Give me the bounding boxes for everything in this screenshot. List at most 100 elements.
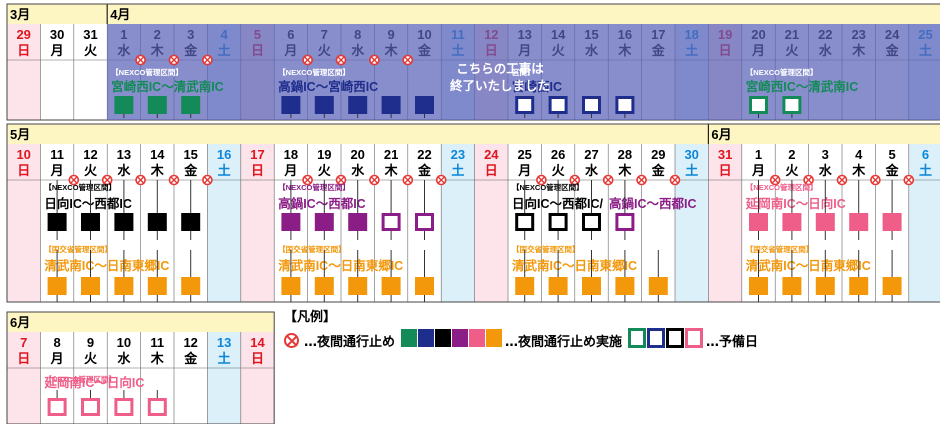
work-day-box (314, 96, 334, 114)
work-day-box (381, 96, 401, 114)
weekday-label: 日 (719, 163, 732, 178)
weekday-label: 月 (50, 351, 64, 366)
section-tag: 【NEXCO管理区間】 (278, 67, 350, 77)
work-day-box (147, 96, 167, 114)
weekday-label: 水 (585, 163, 599, 178)
month-label: 6月 (711, 127, 731, 142)
day-number: 23 (451, 147, 465, 162)
weekday-label: 火 (785, 163, 799, 178)
legend-reserve-text: …予備日 (706, 334, 759, 350)
reserve-day-box (147, 398, 167, 416)
weekday-label: 火 (84, 43, 98, 58)
day-number: 11 (50, 147, 64, 162)
weekday-label: 金 (183, 163, 198, 178)
weekday-label: 水 (117, 163, 131, 178)
day-number: 12 (183, 335, 197, 350)
day-number: 22 (417, 147, 431, 162)
closure-mark-icon (202, 174, 213, 186)
closure-mark-icon (402, 174, 414, 186)
weekday-label: 金 (651, 163, 666, 178)
work-day-box (281, 96, 301, 114)
month-label: 3月 (10, 7, 30, 22)
work-day-box (181, 213, 201, 231)
weekday-label: 日 (485, 163, 498, 178)
work-day-box (81, 277, 100, 295)
closure-mark-icon (369, 174, 380, 186)
work-day-box (782, 213, 802, 231)
weekday-label: 日 (17, 43, 30, 58)
reserve-box-navy (647, 328, 666, 348)
weekday-label: 土 (685, 163, 698, 178)
reserve-box-black (666, 328, 685, 348)
weekday-label: 月 (517, 163, 531, 178)
closure-mark-icon (302, 54, 313, 66)
work-day-box (882, 213, 902, 231)
reserve-day-box (114, 398, 134, 416)
route-label-2: 高鍋IC～西都IC (609, 196, 697, 211)
completed-note: 終了いたしました (450, 78, 550, 93)
route-label: 高鍋IC～宮崎西IC (278, 79, 378, 94)
day-number: 2 (788, 147, 795, 162)
day-number: 11 (150, 335, 164, 350)
reserve-day-box (415, 213, 434, 231)
section-tag: 【NEXCO管理区間】 (512, 182, 584, 192)
weekday-label: 金 (183, 351, 198, 366)
work-day-box (81, 213, 100, 231)
closure-mark-icon (402, 54, 414, 66)
weekday-label: 水 (819, 163, 833, 178)
day-number: 24 (484, 147, 499, 162)
route-label: 延岡南IC～日向IC (745, 196, 846, 211)
day-number: 31 (83, 27, 97, 42)
work-day-box (749, 213, 768, 231)
legend-reserve-boxes (628, 328, 704, 352)
weekday-label: 火 (84, 351, 98, 366)
weekday-label: 木 (617, 163, 632, 178)
weekday-label: 水 (117, 351, 131, 366)
month-label: 4月 (110, 7, 130, 22)
legend-stop-text: …夜間通行止め (304, 334, 396, 350)
weekday-label: 日 (17, 351, 30, 366)
color-swatch-purple (452, 329, 469, 347)
legend-swatches (401, 329, 503, 351)
weekday-label: 火 (84, 163, 98, 178)
day-number: 29 (651, 147, 665, 162)
day-number: 10 (16, 147, 30, 162)
weekday-label: 月 (50, 43, 64, 58)
weekday-label: 月 (50, 163, 64, 178)
closure-mark-icon (602, 174, 614, 186)
work-day-box (548, 277, 568, 295)
work-day-box (147, 277, 167, 295)
reserve-box-pink (685, 328, 704, 348)
work-day-box (849, 277, 869, 295)
section-tag: 【NEXCO管理区間】 (111, 67, 183, 77)
work-day-box (749, 277, 768, 295)
closure-mark-icon (435, 174, 447, 186)
work-day-box (47, 213, 67, 231)
weekday-label: 金 (885, 163, 900, 178)
section-tag: 【NEXCO管理区間】 (278, 182, 350, 192)
weekday-label: 水 (351, 163, 365, 178)
weekday-label: 木 (150, 351, 165, 366)
closure-mark-icon (284, 332, 299, 348)
day-number: 30 (684, 147, 698, 162)
color-swatch-navy (418, 329, 435, 347)
day-number: 13 (217, 335, 231, 350)
closure-mark-icon (369, 54, 380, 66)
weekday-label: 日 (17, 163, 30, 178)
weekday-label: 木 (384, 163, 399, 178)
day-number: 21 (384, 147, 398, 162)
weekday-label: 木 (150, 163, 165, 178)
weekday-label: 土 (218, 163, 231, 178)
day-number: 10 (117, 335, 131, 350)
day-number: 30 (50, 27, 64, 42)
route-label: 清武南IC～日南東郷IC (278, 258, 403, 273)
work-day-box (882, 277, 902, 295)
reserve-day-box (548, 213, 568, 231)
day-number: 26 (551, 147, 565, 162)
weekday-label: 土 (919, 163, 932, 178)
section-tag: 【国交省管理区間】 (746, 244, 814, 254)
closure-mark-icon (168, 174, 180, 186)
day-number: 19 (317, 147, 331, 162)
work-day-box (815, 277, 835, 295)
reserve-day-box (515, 213, 535, 231)
